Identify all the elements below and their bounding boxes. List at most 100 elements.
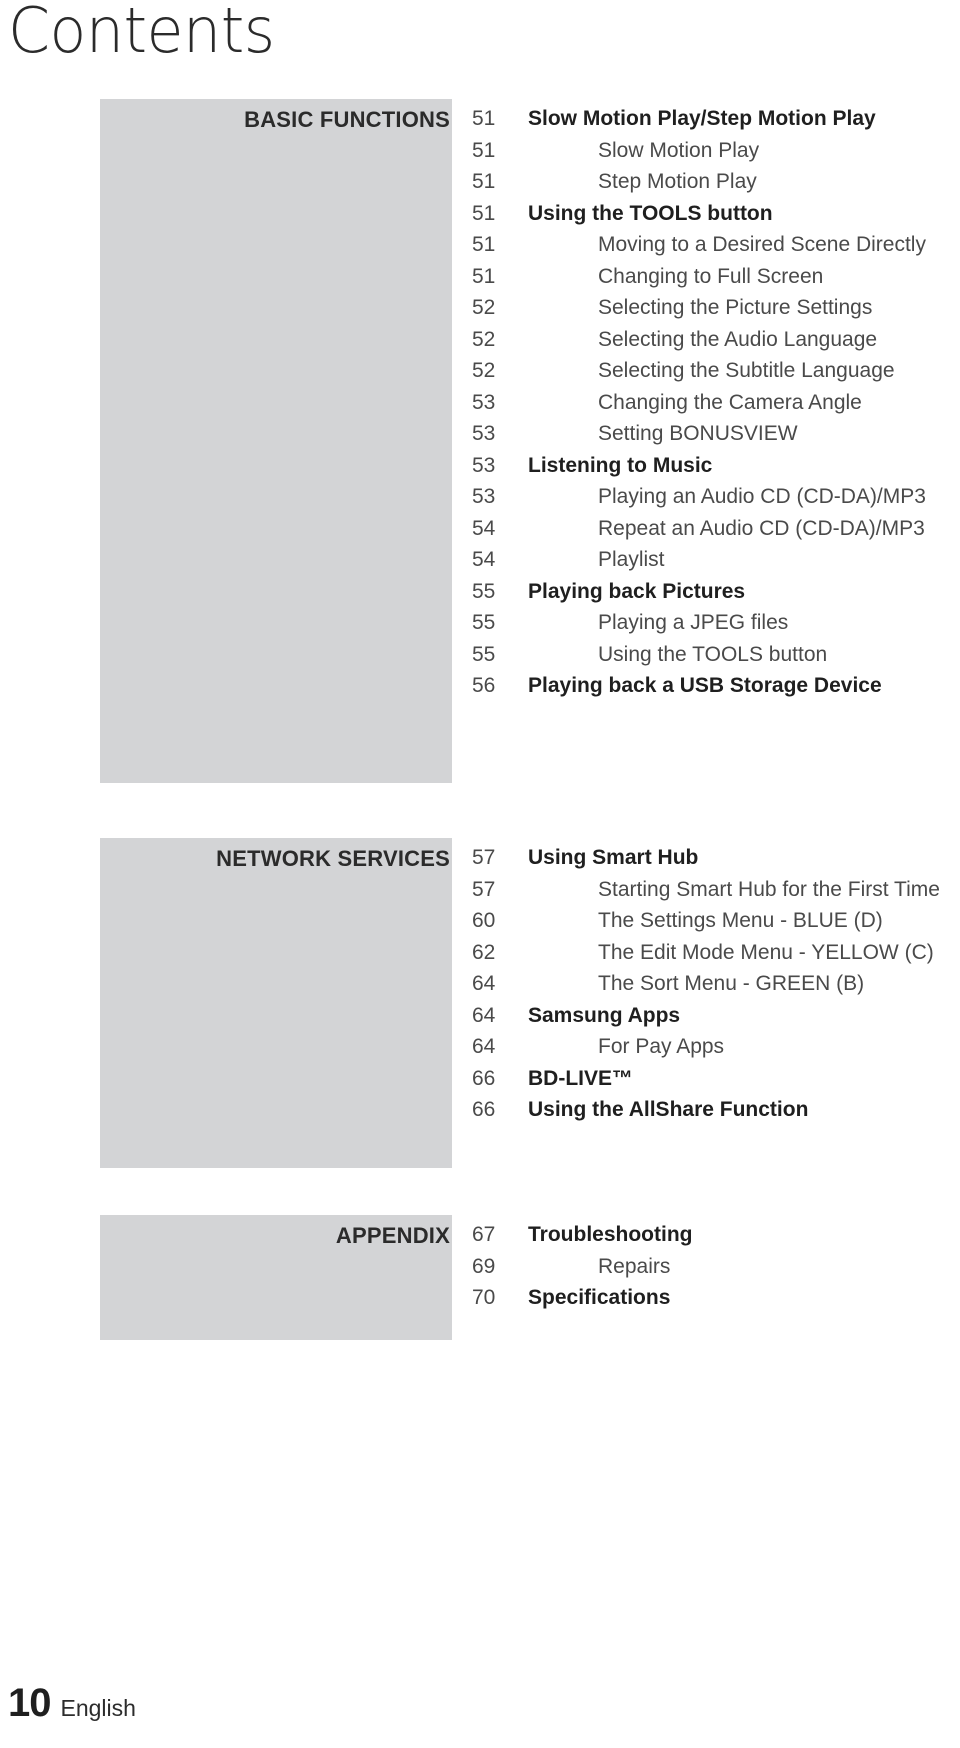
toc-entry-label: Starting Smart Hub for the First Time [598, 877, 940, 901]
toc-entry[interactable]: 52 Selecting the Audio Language [0, 324, 960, 356]
page-title: Contents [8, 0, 275, 67]
toc-entry[interactable]: 53 Listening to Music [0, 450, 960, 482]
toc-entry-label: Listening to Music [528, 453, 713, 477]
toc-entry-page-number: 51 [472, 170, 496, 193]
toc-entry-label: Using Smart Hub [528, 846, 699, 869]
toc-entry-label: Changing the Camera Angle [598, 390, 862, 414]
toc-entry-page-number: 55 [472, 642, 496, 666]
toc-entry-label: Playlist [598, 548, 665, 571]
toc-entry[interactable]: 57 Using Smart Hub [0, 842, 960, 874]
toc-entry-page-number: 52 [472, 327, 496, 351]
toc-entry[interactable]: 54 Playlist [0, 544, 960, 576]
toc-entry-page-number: 53 [472, 390, 496, 414]
toc-entry-label: Selecting the Picture Settings [598, 296, 873, 319]
toc-entry[interactable]: 51 Step Motion Play [0, 166, 960, 198]
toc-entry[interactable]: 55 Using the TOOLS button [0, 639, 960, 671]
toc-entry[interactable]: 52 Selecting the Picture Settings [0, 292, 960, 324]
toc-entry-label: Samsung Apps [528, 1003, 681, 1027]
toc-entry[interactable]: 70 Specifications [0, 1282, 960, 1314]
toc-entry-label: Playing back Pictures [528, 579, 746, 603]
toc-entry-label: Using the TOOLS button [528, 201, 773, 225]
toc-entry-page-number: 62 [472, 940, 496, 964]
toc-entry-page-number: 51 [472, 107, 496, 130]
toc-entry-page-number: 51 [472, 233, 496, 256]
toc-entry-label: The Sort Menu - GREEN (B) [598, 972, 865, 995]
toc-entry-label: Selecting the Audio Language [598, 327, 878, 351]
toc-entry-label: Playing an Audio CD (CD-DA)/MP3 [598, 485, 926, 508]
toc-entry[interactable]: 66 Using the AllShare Function [0, 1094, 960, 1126]
toc-entry-page-number: 69 [472, 1254, 496, 1278]
toc-entry-page-number: 56 [472, 674, 496, 697]
toc-entry-label: The Edit Mode Menu - YELLOW (C) [598, 940, 934, 964]
toc-entry-page-number: 60 [472, 909, 496, 932]
toc-entry-page-number: 55 [472, 611, 496, 634]
footer-language-label: English [60, 1695, 136, 1721]
toc-entry-page-number: 53 [472, 485, 496, 508]
toc-entry-page-number: 67 [472, 1223, 496, 1246]
toc-entry-page-number: 53 [472, 422, 496, 445]
toc-entry[interactable]: 53 Setting BONUSVIEW [0, 418, 960, 450]
toc-entry-page-number: 57 [472, 846, 496, 869]
toc-entry-page-number: 64 [472, 1003, 496, 1027]
toc-entry[interactable]: 51 Using the TOOLS button [0, 198, 960, 230]
toc-entry[interactable]: 62 The Edit Mode Menu - YELLOW (C) [0, 937, 960, 969]
toc-entry-page-number: 53 [472, 453, 496, 477]
toc-entry-label: Slow Motion Play [598, 138, 760, 162]
toc-entry[interactable]: 54 Repeat an Audio CD (CD-DA)/MP3 [0, 513, 960, 545]
toc-entry-label: Changing to Full Screen [598, 264, 824, 288]
toc-entry[interactable]: 51 Changing to Full Screen [0, 261, 960, 293]
toc-entry-page-number: 51 [472, 264, 496, 288]
toc-entry[interactable]: 64 Samsung Apps [0, 1000, 960, 1032]
toc-entry-page-number: 70 [472, 1286, 496, 1309]
toc-entry-page-number: 64 [472, 972, 496, 995]
toc-entry-label: Specifications [528, 1286, 671, 1309]
toc-entry[interactable]: 55 Playing a JPEG files [0, 607, 960, 639]
toc-entry-label: Troubleshooting [528, 1223, 693, 1246]
toc-entry-label: For Pay Apps [598, 1035, 725, 1058]
toc-entry-page-number: 66 [472, 1066, 496, 1090]
toc-entry-label: Using the TOOLS button [598, 642, 828, 666]
toc-entry-list: 57 Using Smart Hub 57 Starting Smart Hub fo… [0, 842, 960, 1126]
toc-entry-page-number: 52 [472, 359, 496, 382]
toc-entry-label: Setting BONUSVIEW [598, 422, 798, 445]
toc-entry-label: Moving to a Desired Scene Directly [598, 233, 926, 256]
toc-entry-label: BD-LIVE™ [528, 1066, 633, 1090]
footer-page-number: 10 [8, 1681, 51, 1725]
toc-entry-list: 51 Slow Motion Play/Step Motion Play 51 Slo… [0, 103, 960, 702]
toc-entry[interactable]: 51 Slow Motion Play/Step Motion Play [0, 103, 960, 135]
toc-entry[interactable]: 64 For Pay Apps [0, 1031, 960, 1063]
toc-entry-page-number: 51 [472, 201, 496, 225]
toc-entry-label: Repairs [598, 1254, 671, 1278]
toc-entry-label: Step Motion Play [598, 170, 757, 193]
toc-entry-page-number: 57 [472, 877, 496, 901]
toc-entry-page-number: 64 [472, 1035, 496, 1058]
toc-entry[interactable]: 55 Playing back Pictures [0, 576, 960, 608]
toc-entry[interactable]: 60 The Settings Menu - BLUE (D) [0, 905, 960, 937]
toc-entry[interactable]: 51 Slow Motion Play [0, 135, 960, 167]
toc-entry-page-number: 54 [472, 548, 496, 571]
toc-entry-page-number: 55 [472, 579, 496, 603]
toc-entry-label: Using the AllShare Function [528, 1098, 809, 1121]
toc-entry[interactable]: 52 Selecting the Subtitle Language [0, 355, 960, 387]
toc-entry-list: 67 Troubleshooting 69 Repairs 70 Specificatio… [0, 1219, 960, 1314]
toc-entry[interactable]: 69 Repairs [0, 1251, 960, 1283]
toc-entry-page-number: 52 [472, 296, 496, 319]
toc-entry-label: Repeat an Audio CD (CD-DA)/MP3 [598, 516, 925, 540]
toc-entry[interactable]: 53 Playing an Audio CD (CD-DA)/MP3 [0, 481, 960, 513]
toc-entry[interactable]: 53 Changing the Camera Angle [0, 387, 960, 419]
toc-entry-label: The Settings Menu - BLUE (D) [598, 909, 883, 932]
toc-entry[interactable]: 57 Starting Smart Hub for the First Time [0, 874, 960, 906]
toc-entry-page-number: 66 [472, 1098, 496, 1121]
toc-entry[interactable]: 66 BD-LIVE™ [0, 1063, 960, 1095]
toc-entry-label: Playing a JPEG files [598, 611, 789, 634]
toc-entry-page-number: 51 [472, 138, 496, 162]
toc-entry[interactable]: 64 The Sort Menu - GREEN (B) [0, 968, 960, 1000]
toc-entry-label: Selecting the Subtitle Language [598, 359, 895, 382]
toc-entry-page-number: 54 [472, 516, 496, 540]
page-footer: 10 English [8, 1681, 136, 1726]
toc-entry-label: Slow Motion Play/Step Motion Play [528, 107, 876, 130]
toc-entry[interactable]: 67 Troubleshooting [0, 1219, 960, 1251]
toc-entry[interactable]: 51 Moving to a Desired Scene Directly [0, 229, 960, 261]
toc-entry-label: Playing back a USB Storage Device [528, 674, 882, 697]
toc-entry[interactable]: 56 Playing back a USB Storage Device [0, 670, 960, 702]
